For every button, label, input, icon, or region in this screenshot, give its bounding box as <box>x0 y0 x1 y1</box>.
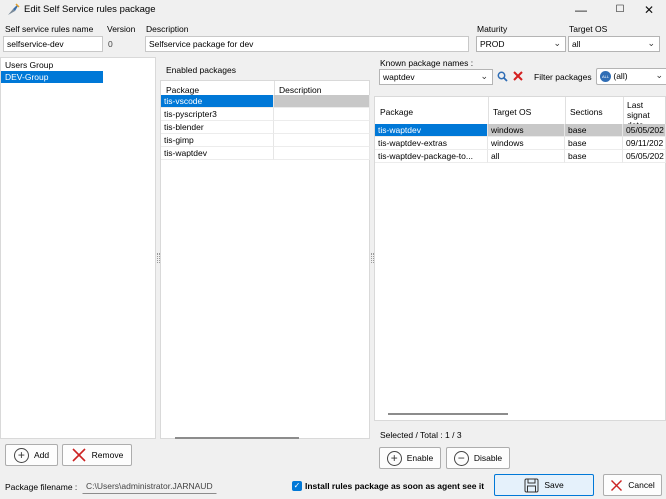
enabled-row-description <box>274 95 370 108</box>
add-button[interactable]: + Add <box>5 444 58 466</box>
group-item-dev[interactable]: DEV-Group <box>1 71 103 83</box>
add-button-label: Add <box>33 450 50 460</box>
enabled-row-description <box>274 147 370 160</box>
plus-icon: + <box>13 447 29 463</box>
rules-name-input[interactable]: selfservice-dev <box>3 36 103 52</box>
known-row-os: windows <box>488 124 565 137</box>
save-button-label: Save <box>544 480 564 490</box>
known-row-package[interactable]: tis-waptdev-package-to... <box>375 150 488 163</box>
disable-button[interactable]: − Disable <box>446 447 510 469</box>
known-row-date: 05/05/202 <box>623 150 666 163</box>
app-icon <box>8 3 20 15</box>
known-row-os: windows <box>488 137 565 150</box>
minus-icon: − <box>453 450 469 466</box>
enabled-row-package[interactable]: tis-vscode <box>161 95 274 108</box>
horizontal-scrollbar[interactable] <box>388 413 508 415</box>
horizontal-scrollbar[interactable] <box>175 437 299 439</box>
enabled-row-package[interactable]: tis-waptdev <box>161 147 274 160</box>
package-filename-label: Package filename : <box>5 482 78 492</box>
known-row-package[interactable]: tis-waptdev <box>375 124 488 137</box>
enabled-row-description <box>274 134 370 147</box>
filter-badge: ALL <box>600 71 611 83</box>
enabled-packages-title: Enabled packages <box>166 65 236 75</box>
header-divider <box>623 97 624 124</box>
filter-packages-value: (all) <box>613 71 628 81</box>
col-package-header[interactable]: Package <box>166 85 200 95</box>
target-os-label: Target OS <box>569 24 608 34</box>
enable-button[interactable]: + Enable <box>379 447 441 469</box>
search-icon[interactable] <box>497 71 508 82</box>
save-icon <box>524 478 539 492</box>
install-checkbox[interactable]: ✓ <box>292 481 302 491</box>
col-last-signature-line1: Last signat <box>627 100 650 120</box>
header-divider <box>274 81 275 95</box>
rules-name-label: Self service rules name <box>5 24 94 34</box>
known-row-section: base <box>565 124 623 137</box>
users-group-panel: Users Group DEV-Group <box>0 57 156 439</box>
description-input[interactable]: Selfservice package for dev <box>145 36 469 52</box>
col-target-os-header[interactable]: Target OS <box>493 107 532 117</box>
enabled-row-package[interactable]: tis-pyscripter3 <box>161 108 274 121</box>
version-label: Version <box>107 24 136 34</box>
selected-total-label: Selected / Total : 1 / 3 <box>380 430 462 440</box>
save-button[interactable]: Save <box>494 474 594 496</box>
known-row-package[interactable]: tis-waptdev-extras <box>375 137 488 150</box>
known-search-value: waptdev <box>383 72 415 82</box>
install-checkbox-label[interactable]: Install rules package as soon as agent s… <box>305 481 484 491</box>
enable-button-label: Enable <box>406 453 434 463</box>
col-description-header[interactable]: Description <box>279 85 322 95</box>
plus-icon: + <box>386 450 402 466</box>
maturity-label: Maturity <box>477 24 508 34</box>
enabled-row-description <box>274 121 370 134</box>
filter-packages-select[interactable]: ALL (all) ⌄ <box>596 68 666 85</box>
description-label: Description <box>146 24 189 34</box>
enabled-row-description <box>274 108 370 121</box>
enabled-packages-grid: Package Description tis-vscode tis-pyscr… <box>160 80 370 439</box>
known-row-os: all <box>488 150 565 163</box>
known-packages-label: Known package names : <box>380 58 474 68</box>
col-package-header[interactable]: Package <box>380 107 414 117</box>
cancel-icon <box>611 479 623 491</box>
minimize-button[interactable]: — <box>561 0 601 20</box>
disable-button-label: Disable <box>473 453 503 463</box>
known-row-date: 05/05/202 <box>623 124 666 137</box>
known-packages-grid: Package Target OS Sections Last signat d… <box>374 96 666 421</box>
close-button[interactable]: ✕ <box>629 0 666 20</box>
enabled-row-package[interactable]: tis-gimp <box>161 134 274 147</box>
window-title: Edit Self Service rules package <box>24 4 156 15</box>
remove-button[interactable]: Remove <box>62 444 132 466</box>
enabled-row-package[interactable]: tis-blender <box>161 121 274 134</box>
title-bar: Edit Self Service rules package — ☐ ✕ <box>0 0 666 20</box>
known-row-date: 09/11/202 <box>623 137 666 150</box>
chevron-down-icon: ⌄ <box>647 38 655 48</box>
maturity-select[interactable]: PROD ⌄ <box>476 36 566 52</box>
header-divider <box>488 97 489 124</box>
known-row-section: base <box>565 137 623 150</box>
col-sections-header[interactable]: Sections <box>570 107 603 117</box>
clear-icon[interactable] <box>513 71 523 81</box>
version-field: 0 <box>104 36 142 52</box>
users-group-header: Users Group <box>5 60 54 70</box>
remove-icon <box>72 448 86 462</box>
target-os-select[interactable]: all ⌄ <box>568 36 660 52</box>
target-os-value: all <box>572 39 581 49</box>
known-search-combo[interactable]: waptdev ⌄ <box>379 69 493 85</box>
filter-packages-label: Filter packages <box>534 72 592 82</box>
package-filename-field: C:\Users\administrator.JARNAUD <box>82 478 217 494</box>
maturity-value: PROD <box>480 39 505 49</box>
chevron-down-icon: ⌄ <box>553 38 561 48</box>
header-divider <box>565 97 566 124</box>
cancel-button-label: Cancel <box>628 480 655 490</box>
chevron-down-icon: ⌄ <box>480 71 488 81</box>
cancel-button[interactable]: Cancel <box>603 474 662 496</box>
known-row-section: base <box>565 150 623 163</box>
remove-button-label: Remove <box>91 450 124 460</box>
chevron-down-icon: ⌄ <box>655 70 663 80</box>
